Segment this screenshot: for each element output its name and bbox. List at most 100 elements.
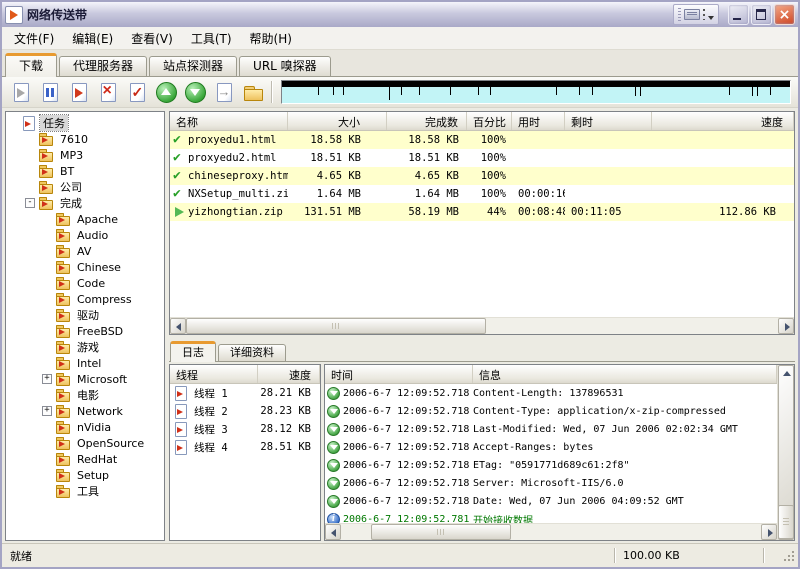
tree-item-label[interactable]: Intel	[74, 357, 104, 370]
tree-item[interactable]: Apache	[6, 211, 164, 227]
tree-expander[interactable]: +	[42, 374, 52, 384]
tab[interactable]: URL 嗅探器	[239, 56, 331, 76]
thread-row[interactable]: 线程 1 28.21 KB	[170, 384, 320, 402]
tree-item[interactable]: OpenSource	[6, 435, 164, 451]
menu-item[interactable]: 帮助(H)	[241, 27, 301, 50]
tree-item-label[interactable]: Microsoft	[74, 373, 130, 386]
column-header-percent[interactable]: 百分比	[467, 112, 512, 130]
tab[interactable]: 下载	[5, 53, 57, 77]
menu-item[interactable]: 文件(F)	[5, 27, 63, 50]
bottom-tab[interactable]: 详细资料	[218, 344, 286, 361]
tree-item[interactable]: 游戏	[6, 339, 164, 355]
tree-item-label[interactable]: Apache	[74, 213, 121, 226]
column-header-elapsed[interactable]: 用时	[512, 112, 565, 130]
log-row[interactable]: 2006-6-7 12:09:52.718 Server: Microsoft-…	[325, 474, 777, 492]
task-row[interactable]: proxyedu1.html 18.58 KB 18.58 KB 100%	[170, 131, 794, 149]
column-header-thread-speed[interactable]: 速度	[258, 365, 320, 383]
tab[interactable]: 代理服务器	[59, 56, 147, 76]
move-down-button[interactable]	[180, 79, 209, 106]
tree-item-label[interactable]: Network	[74, 405, 126, 418]
tree-item-label[interactable]: 完成	[57, 195, 85, 211]
language-bar[interactable]	[673, 4, 719, 25]
tree-item[interactable]: Chinese	[6, 259, 164, 275]
column-header-completed[interactable]: 完成数	[387, 112, 467, 130]
tree-item[interactable]: Intel	[6, 355, 164, 371]
scroll-thumb[interactable]	[371, 524, 511, 540]
tree-item-label[interactable]: OpenSource	[74, 437, 147, 450]
tree-expander[interactable]: -	[25, 198, 35, 208]
new-task-button[interactable]	[6, 79, 35, 106]
log-row[interactable]: 2006-6-7 12:09:52.781 开始接收数据	[325, 510, 777, 523]
tree-item[interactable]: Code	[6, 275, 164, 291]
close-button[interactable]: ×	[774, 4, 795, 25]
column-header-message[interactable]: 信息	[473, 365, 777, 383]
tree-item-label[interactable]: Code	[74, 277, 108, 290]
scroll-track[interactable]	[486, 318, 778, 334]
tree-item-label[interactable]: 7610	[57, 133, 91, 146]
tree-item-label[interactable]: 电影	[74, 387, 102, 403]
log-row[interactable]: 2006-6-7 12:09:52.718 Last-Modified: Wed…	[325, 420, 777, 438]
move-up-button[interactable]	[151, 79, 180, 106]
tree-item-label[interactable]: Compress	[74, 293, 135, 306]
menu-item[interactable]: 编辑(E)	[63, 27, 122, 50]
tree-item-label[interactable]: MP3	[57, 149, 86, 162]
scroll-left-button[interactable]	[325, 524, 341, 540]
thread-row[interactable]: 线程 3 28.12 KB	[170, 420, 320, 438]
tree-item[interactable]: Compress	[6, 291, 164, 307]
scroll-thumb[interactable]	[778, 505, 794, 539]
minimize-button[interactable]	[728, 4, 749, 25]
column-header-thread[interactable]: 线程	[170, 365, 258, 383]
tree-item-label[interactable]: Chinese	[74, 261, 124, 274]
tree-item[interactable]: BT	[6, 163, 164, 179]
scroll-down-button[interactable]	[778, 540, 794, 541]
log-row[interactable]: 2006-6-7 12:09:52.718 Date: Wed, 07 Jun …	[325, 492, 777, 510]
tree-item[interactable]: Audio	[6, 227, 164, 243]
open-folder-button[interactable]	[238, 79, 267, 106]
tree-item-label[interactable]: 驱动	[74, 307, 102, 323]
tree-item-label[interactable]: Audio	[74, 229, 111, 242]
tree-item[interactable]: Setup	[6, 467, 164, 483]
tree-item-label[interactable]: RedHat	[74, 453, 120, 466]
bottom-tab[interactable]: 日志	[170, 341, 216, 362]
tree-item-label[interactable]: AV	[74, 245, 94, 258]
scroll-track[interactable]	[511, 524, 761, 540]
task-row[interactable]: proxyedu2.html 18.51 KB 18.51 KB 100%	[170, 149, 794, 167]
column-header-speed[interactable]: 速度	[652, 112, 794, 130]
column-header-time[interactable]: 时间	[325, 365, 473, 383]
column-header-remaining[interactable]: 剩时	[565, 112, 652, 130]
tree-item-label[interactable]: 游戏	[74, 339, 102, 355]
resume-button[interactable]	[64, 79, 93, 106]
column-header-name[interactable]: 名称	[170, 112, 288, 130]
tree-item-label[interactable]: 任务	[40, 115, 68, 131]
scroll-right-button[interactable]	[761, 524, 777, 540]
language-bar-grip[interactable]	[678, 8, 681, 21]
tree-item-label[interactable]: BT	[57, 165, 77, 178]
tree-item-label[interactable]: FreeBSD	[74, 325, 126, 338]
tree-item[interactable]: 公司	[6, 179, 164, 195]
log-row[interactable]: 2006-6-7 12:09:52.718 Accept-Ranges: byt…	[325, 438, 777, 456]
tree-item[interactable]: 驱动	[6, 307, 164, 323]
scroll-thumb[interactable]	[186, 318, 486, 334]
commit-button[interactable]	[122, 79, 151, 106]
keyboard-icon[interactable]	[684, 9, 700, 20]
tree-item[interactable]: nVidia	[6, 419, 164, 435]
thread-row[interactable]: 线程 2 28.23 KB	[170, 402, 320, 420]
tree-item-label[interactable]: 工具	[74, 483, 102, 499]
task-row[interactable]: NXSetup_multi.zip 1.64 MB 1.64 MB 100% 0…	[170, 185, 794, 203]
thread-row[interactable]: 线程 4 28.51 KB	[170, 438, 320, 456]
tree-item[interactable]: FreeBSD	[6, 323, 164, 339]
task-row[interactable]: yizhongtian.zip 131.51 MB 58.19 MB 44% 0…	[170, 203, 794, 221]
tree-item[interactable]: 工具	[6, 483, 164, 499]
tree-item[interactable]: RedHat	[6, 451, 164, 467]
tree-item[interactable]: + Microsoft	[6, 371, 164, 387]
menu-item[interactable]: 查看(V)	[122, 27, 182, 50]
pause-button[interactable]	[35, 79, 64, 106]
tree-item[interactable]: + Network	[6, 403, 164, 419]
tree-item-label[interactable]: 公司	[57, 179, 85, 195]
tree-expander[interactable]: +	[42, 406, 52, 416]
tree-item[interactable]: 7610	[6, 131, 164, 147]
task-row[interactable]: chineseproxy.htm 4.65 KB 4.65 KB 100%	[170, 167, 794, 185]
log-row[interactable]: 2006-6-7 12:09:52.718 Content-Length: 13…	[325, 384, 777, 402]
tree-item[interactable]: MP3	[6, 147, 164, 163]
tree-item[interactable]: - 完成	[6, 195, 164, 211]
